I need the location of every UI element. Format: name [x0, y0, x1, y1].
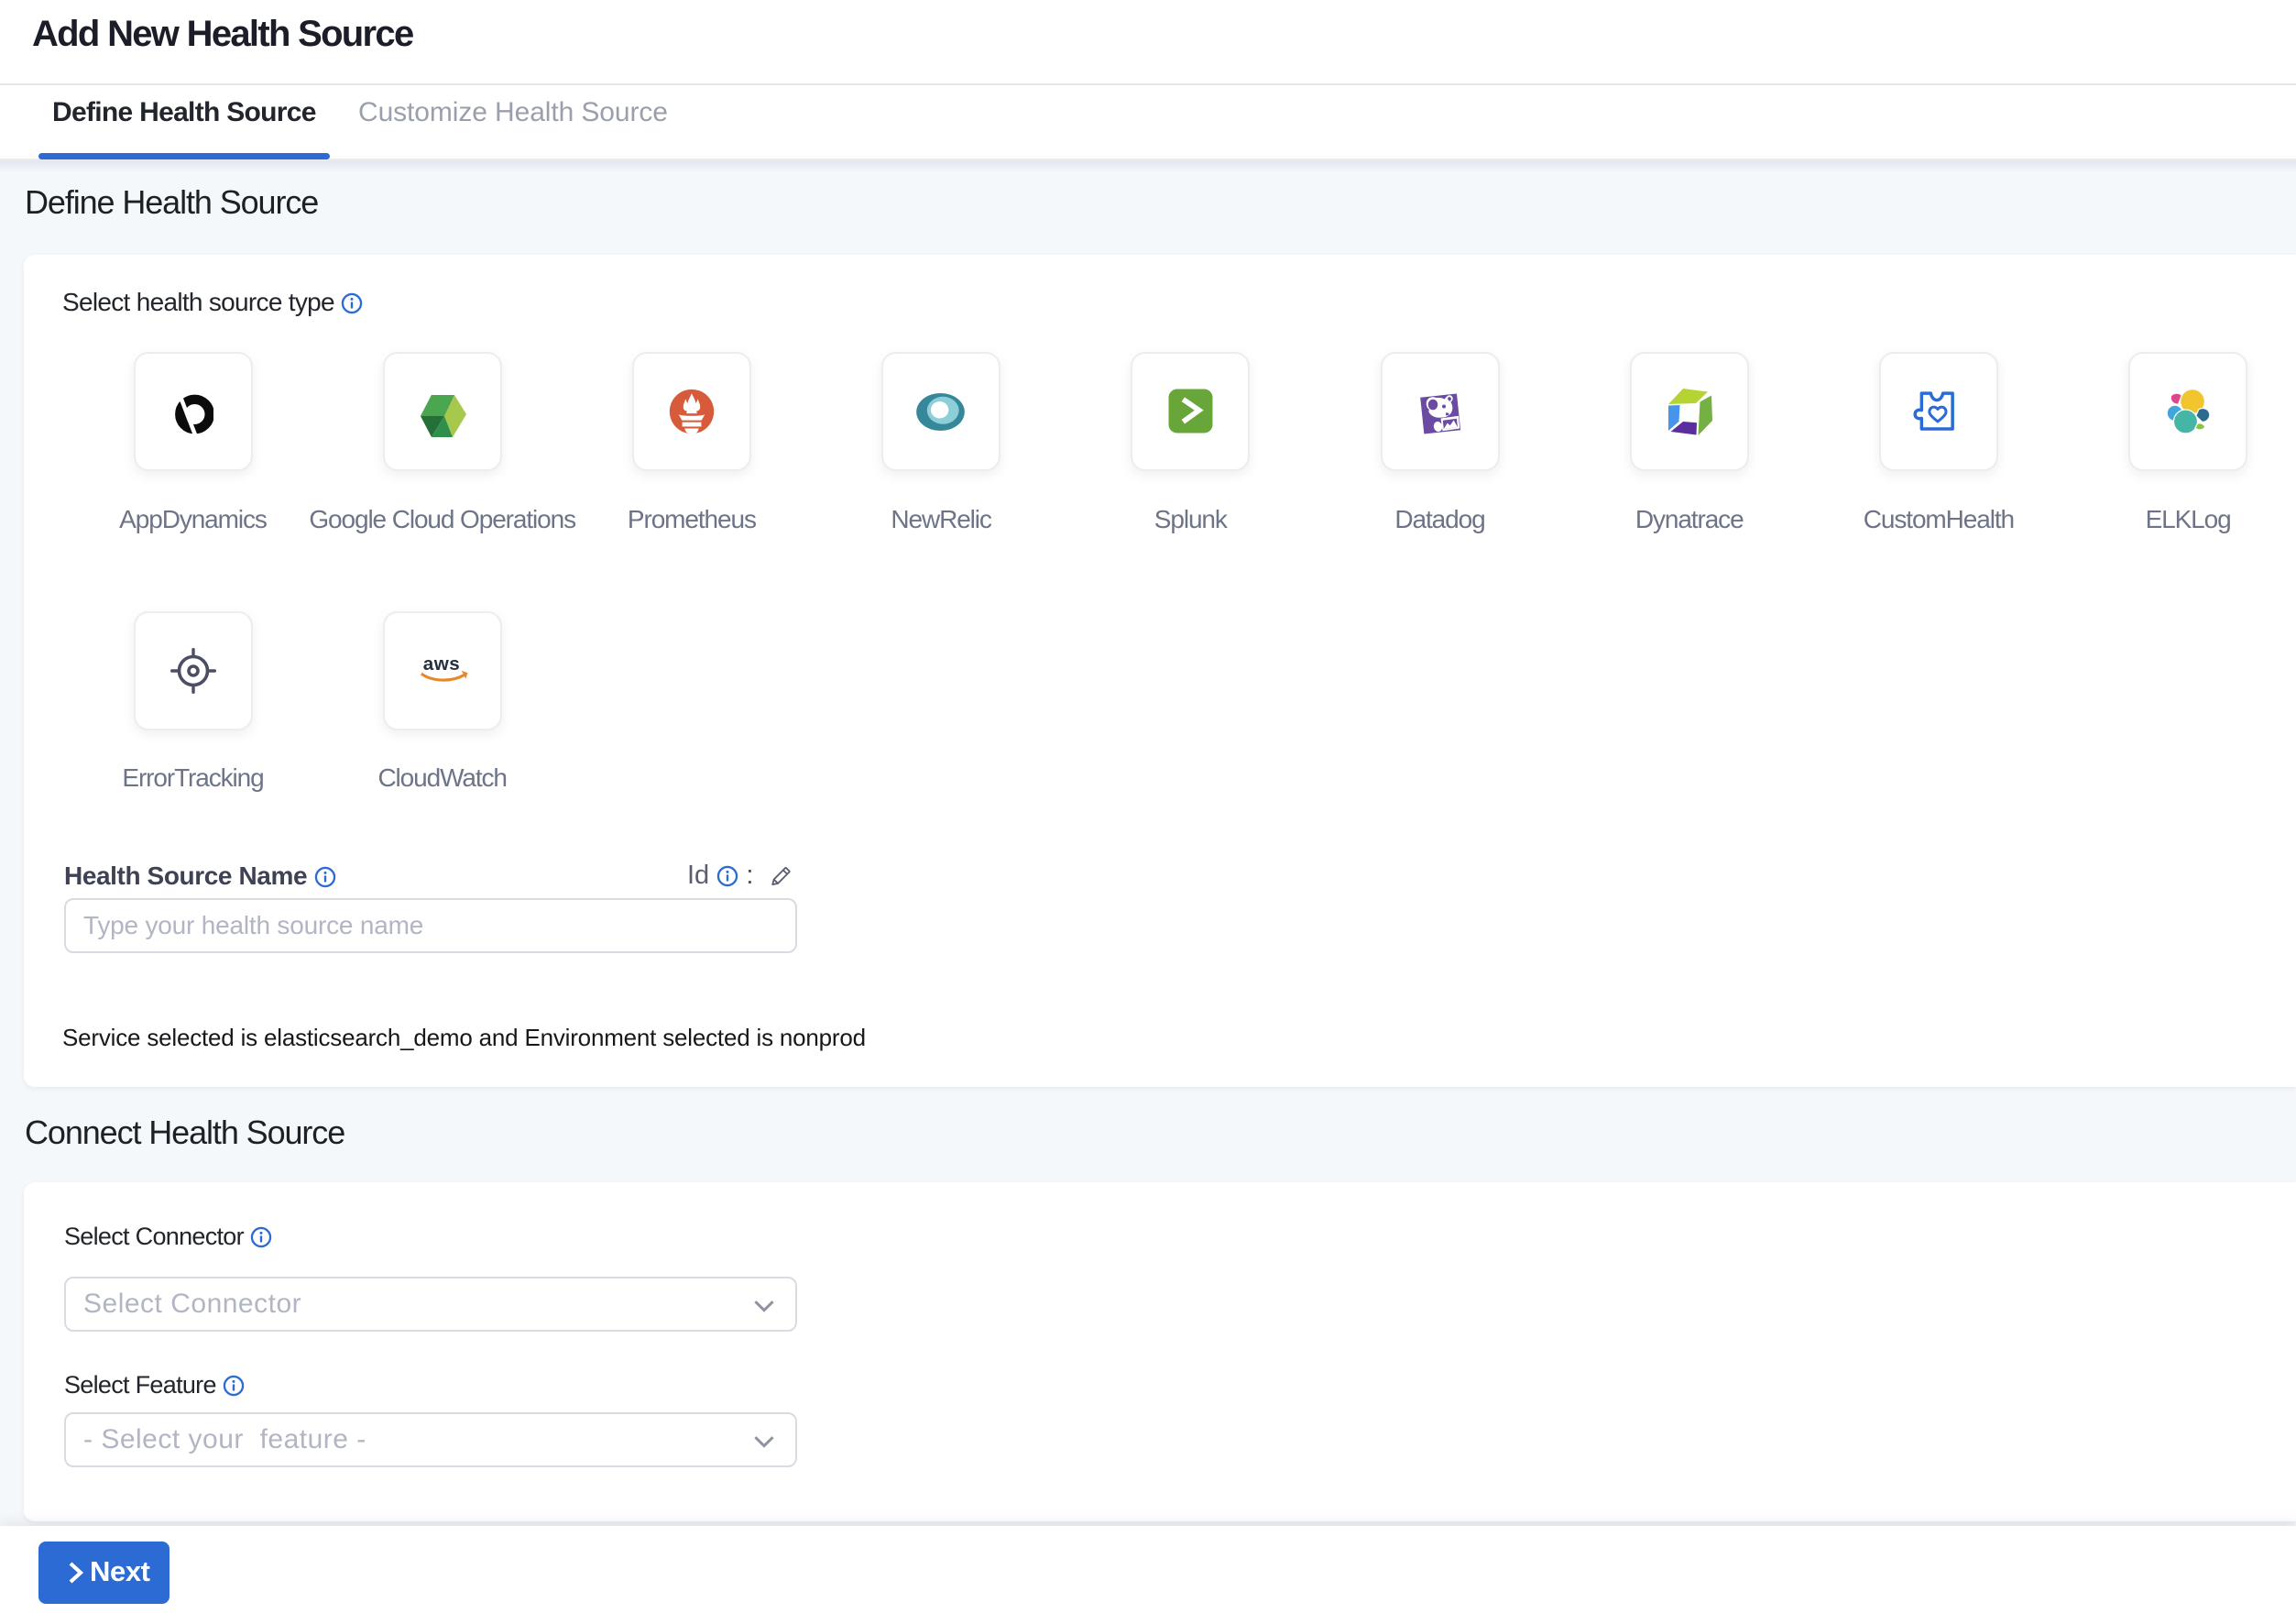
- svg-text:aws: aws: [422, 653, 459, 675]
